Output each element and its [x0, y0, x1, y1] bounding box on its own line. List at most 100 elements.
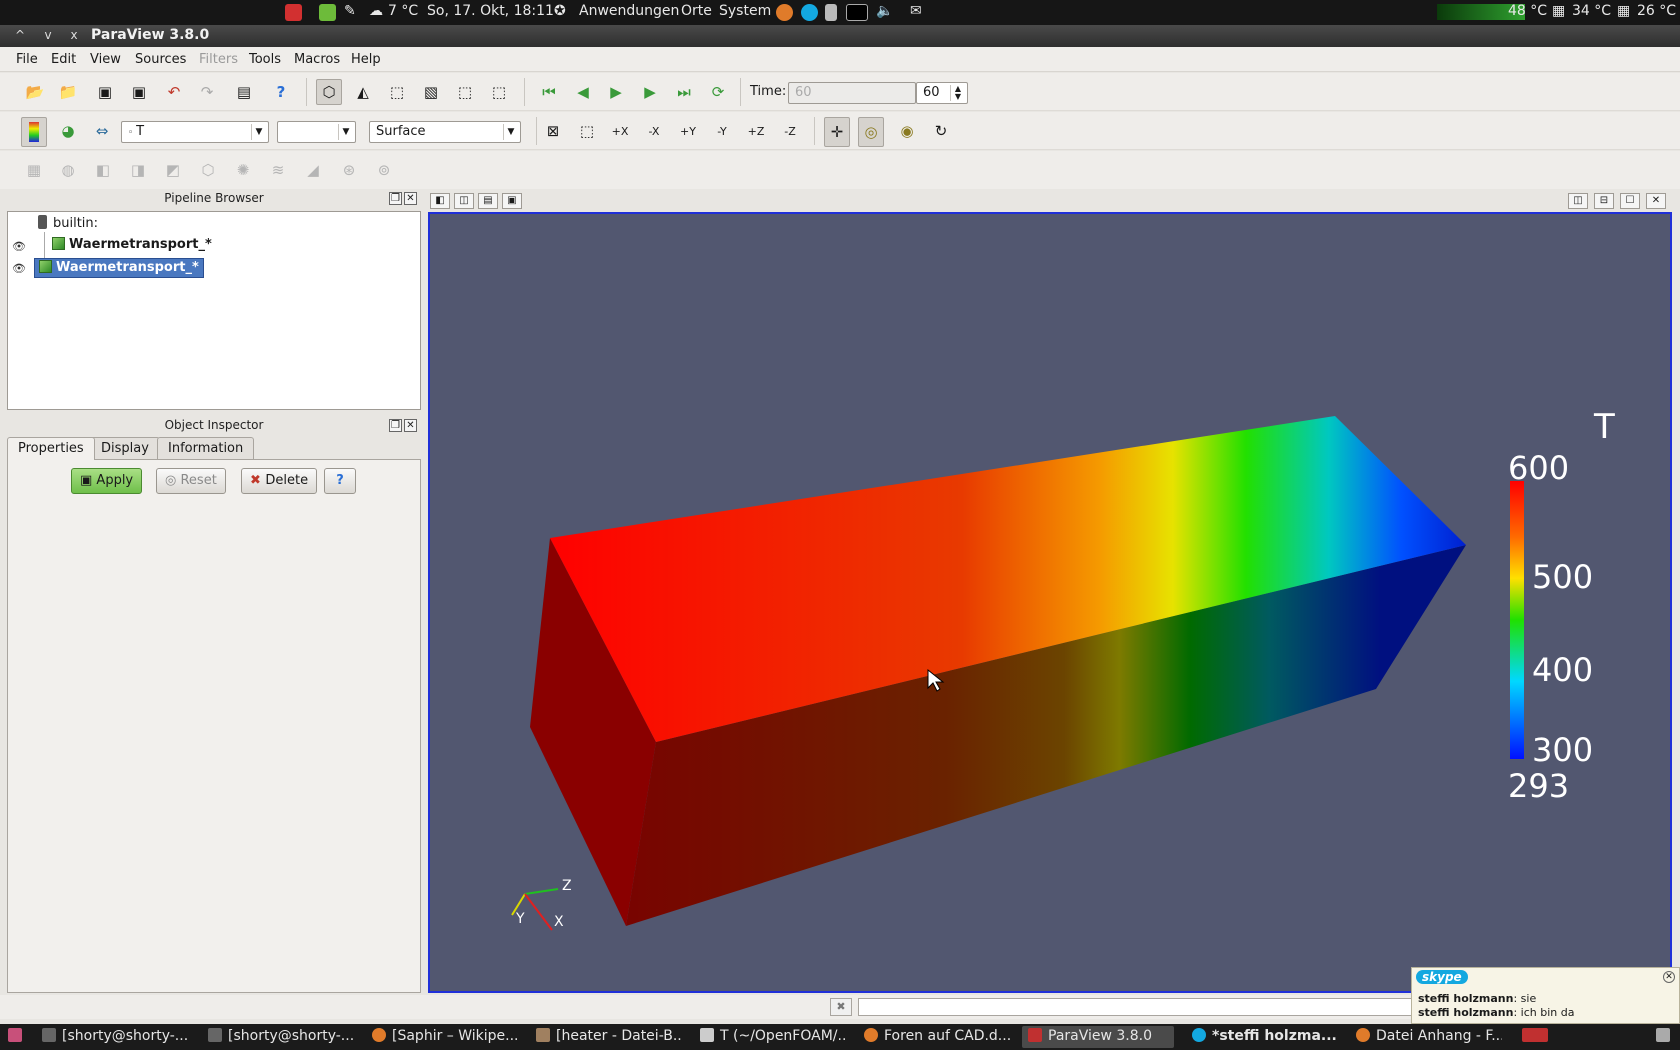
save-state-icon[interactable]: 📁	[55, 79, 81, 105]
menu-tools[interactable]: Tools	[249, 52, 281, 67]
taskbar-item[interactable]: [Saphir – Wikipe...	[366, 1026, 518, 1048]
trash-icon[interactable]	[1650, 1026, 1676, 1048]
inspector-help-button[interactable]: ?	[324, 468, 356, 494]
select-block-icon[interactable]: ⬚	[486, 79, 512, 105]
chevron-down-icon[interactable]: ▼	[251, 124, 266, 140]
disk-icon[interactable]	[825, 4, 837, 21]
render-view[interactable]: T 600 500 400 300 293 Z Y X	[428, 212, 1672, 993]
workspace-switcher[interactable]	[1516, 1026, 1556, 1048]
menu-edit[interactable]: Edit	[51, 52, 76, 67]
tree-item-selected[interactable]: Waermetransport_*	[34, 258, 204, 278]
render-canvas[interactable]: T 600 500 400 300 293 Z Y X	[430, 214, 1670, 991]
ubuntu-logo-icon[interactable]: ✪	[554, 3, 566, 19]
view-minus-x-icon[interactable]: -X	[641, 118, 667, 144]
volume-icon[interactable]: 🔈	[876, 3, 893, 19]
menu-applications[interactable]: Anwendungen	[579, 3, 679, 19]
time-value-field[interactable]: 60	[788, 82, 916, 104]
tree-item-builtin[interactable]: builtin:	[38, 215, 98, 235]
toggle-scalar-bar-icon[interactable]: ◕	[55, 118, 81, 144]
mail-icon[interactable]: ✉	[910, 3, 922, 19]
extract-level-icon[interactable]: ⊚	[371, 157, 397, 183]
chevron-down-icon[interactable]: ▼	[338, 124, 353, 140]
slice-icon[interactable]: ◨	[125, 157, 151, 183]
first-frame-icon[interactable]: ⏮	[536, 79, 562, 105]
connect-icon[interactable]: ▣	[92, 79, 118, 105]
split-horizontal-icon[interactable]: ◫	[1568, 193, 1588, 209]
taskbar-item[interactable]: [shorty@shorty-...	[36, 1026, 188, 1048]
clip-icon[interactable]: ◧	[90, 157, 116, 183]
view-plus-x-icon[interactable]: +X	[607, 118, 633, 144]
color-by-select[interactable]: ◦ T ▼	[121, 121, 269, 143]
view-plus-z-icon[interactable]: +Z	[743, 118, 769, 144]
disconnect-icon[interactable]: ▣	[126, 79, 152, 105]
delete-button[interactable]: ✖ Delete	[241, 468, 318, 494]
select-cells-on-icon[interactable]: ◭	[350, 79, 376, 105]
undock-icon[interactable]: ❐	[389, 419, 402, 432]
camera-undo-icon[interactable]: ▤	[231, 79, 257, 105]
loop-icon[interactable]: ⟳	[705, 79, 731, 105]
previous-frame-icon[interactable]: ◀	[570, 79, 596, 105]
threshold-icon[interactable]: ◩	[160, 157, 186, 183]
abort-button[interactable]: ✖	[830, 998, 852, 1016]
visibility-eye-icon[interactable]: 👁	[12, 262, 26, 275]
view-settings-icon[interactable]: ▤	[478, 193, 498, 209]
taskbar-item[interactable]: Foren auf CAD.d...	[858, 1026, 1010, 1048]
calculator-icon[interactable]: ▦	[21, 157, 47, 183]
clock[interactable]: So, 17. Okt, 18:11	[427, 3, 554, 19]
menu-help[interactable]: Help	[351, 52, 381, 67]
taskbar-item[interactable]: Datei Anhang - F...	[1350, 1026, 1502, 1048]
apply-button[interactable]: ▣ Apply	[71, 468, 143, 494]
component-select[interactable]: ▼	[277, 121, 356, 143]
tab-display[interactable]: Display	[90, 437, 160, 459]
close-view-icon[interactable]: ✕	[1646, 193, 1666, 209]
contour-icon[interactable]: ◍	[55, 157, 81, 183]
extract-subset-icon[interactable]: ⬡	[195, 157, 221, 183]
window-shade-button[interactable]: ^	[12, 27, 28, 43]
split-vertical-icon[interactable]: ⊟	[1594, 193, 1614, 209]
undock-icon[interactable]: ❐	[389, 192, 402, 205]
select-points-through-icon[interactable]: ⬚	[452, 79, 478, 105]
terminal-icon[interactable]	[846, 4, 868, 21]
capture-icon[interactable]: ◧	[430, 193, 450, 209]
chevron-down-icon[interactable]: ▼	[503, 124, 518, 140]
interact-mode-icon[interactable]: ⬡	[316, 79, 342, 105]
update-icon[interactable]	[319, 4, 336, 21]
stream-tracer-icon[interactable]: ≋	[265, 157, 291, 183]
close-icon[interactable]: ✕	[1663, 971, 1675, 983]
tab-information[interactable]: Information	[157, 437, 255, 459]
skype-icon[interactable]	[801, 4, 818, 21]
time-step-spinbox[interactable]: 60 ▲ ▼	[916, 82, 968, 104]
group-datasets-icon[interactable]: ⊛	[336, 157, 362, 183]
play-icon[interactable]: ▶	[603, 79, 629, 105]
shutdown-icon[interactable]	[285, 4, 302, 21]
view-plus-y-icon[interactable]: +Y	[675, 118, 701, 144]
redo-icon[interactable]: ↷	[194, 79, 220, 105]
menu-macros[interactable]: Macros	[294, 52, 340, 67]
taskbar-item-active[interactable]: ParaView 3.8.0	[1022, 1026, 1174, 1048]
close-icon[interactable]: ✕	[404, 192, 417, 205]
reset-center-icon[interactable]: ◎	[858, 117, 884, 147]
show-desktop-icon[interactable]	[2, 1026, 24, 1048]
visibility-eye-icon[interactable]: 👁	[12, 240, 26, 253]
menu-sources[interactable]: Sources	[135, 52, 186, 67]
glyph-icon[interactable]: ✺	[230, 157, 256, 183]
select-points-on-icon[interactable]: ⬚	[384, 79, 410, 105]
undo-icon[interactable]: ↶	[161, 79, 187, 105]
convert-view-icon[interactable]: ▣	[502, 193, 522, 209]
menu-filters[interactable]: Filters	[199, 52, 238, 67]
color-map-editor-icon[interactable]	[21, 117, 47, 147]
menu-file[interactable]: File	[16, 52, 38, 67]
zoom-to-box-icon[interactable]: ⬚	[574, 118, 600, 144]
next-frame-icon[interactable]: ▶	[637, 79, 663, 105]
firefox-icon[interactable]	[776, 4, 793, 21]
view-minus-y-icon[interactable]: -Y	[709, 118, 735, 144]
spin-arrows-icon[interactable]: ▲ ▼	[950, 85, 965, 101]
tree-item-source[interactable]: Waermetransport_*	[52, 237, 212, 257]
menu-view[interactable]: View	[90, 52, 121, 67]
taskbar-item[interactable]: *steffi holzma...	[1186, 1026, 1338, 1048]
representation-select[interactable]: Surface ▼	[369, 121, 521, 143]
taskbar-item[interactable]: [heater - Datei-B...	[530, 1026, 682, 1048]
taskbar-item[interactable]: [shorty@shorty-...	[202, 1026, 354, 1048]
warp-vector-icon[interactable]: ◢	[300, 157, 326, 183]
window-close-button[interactable]: x	[66, 27, 82, 43]
